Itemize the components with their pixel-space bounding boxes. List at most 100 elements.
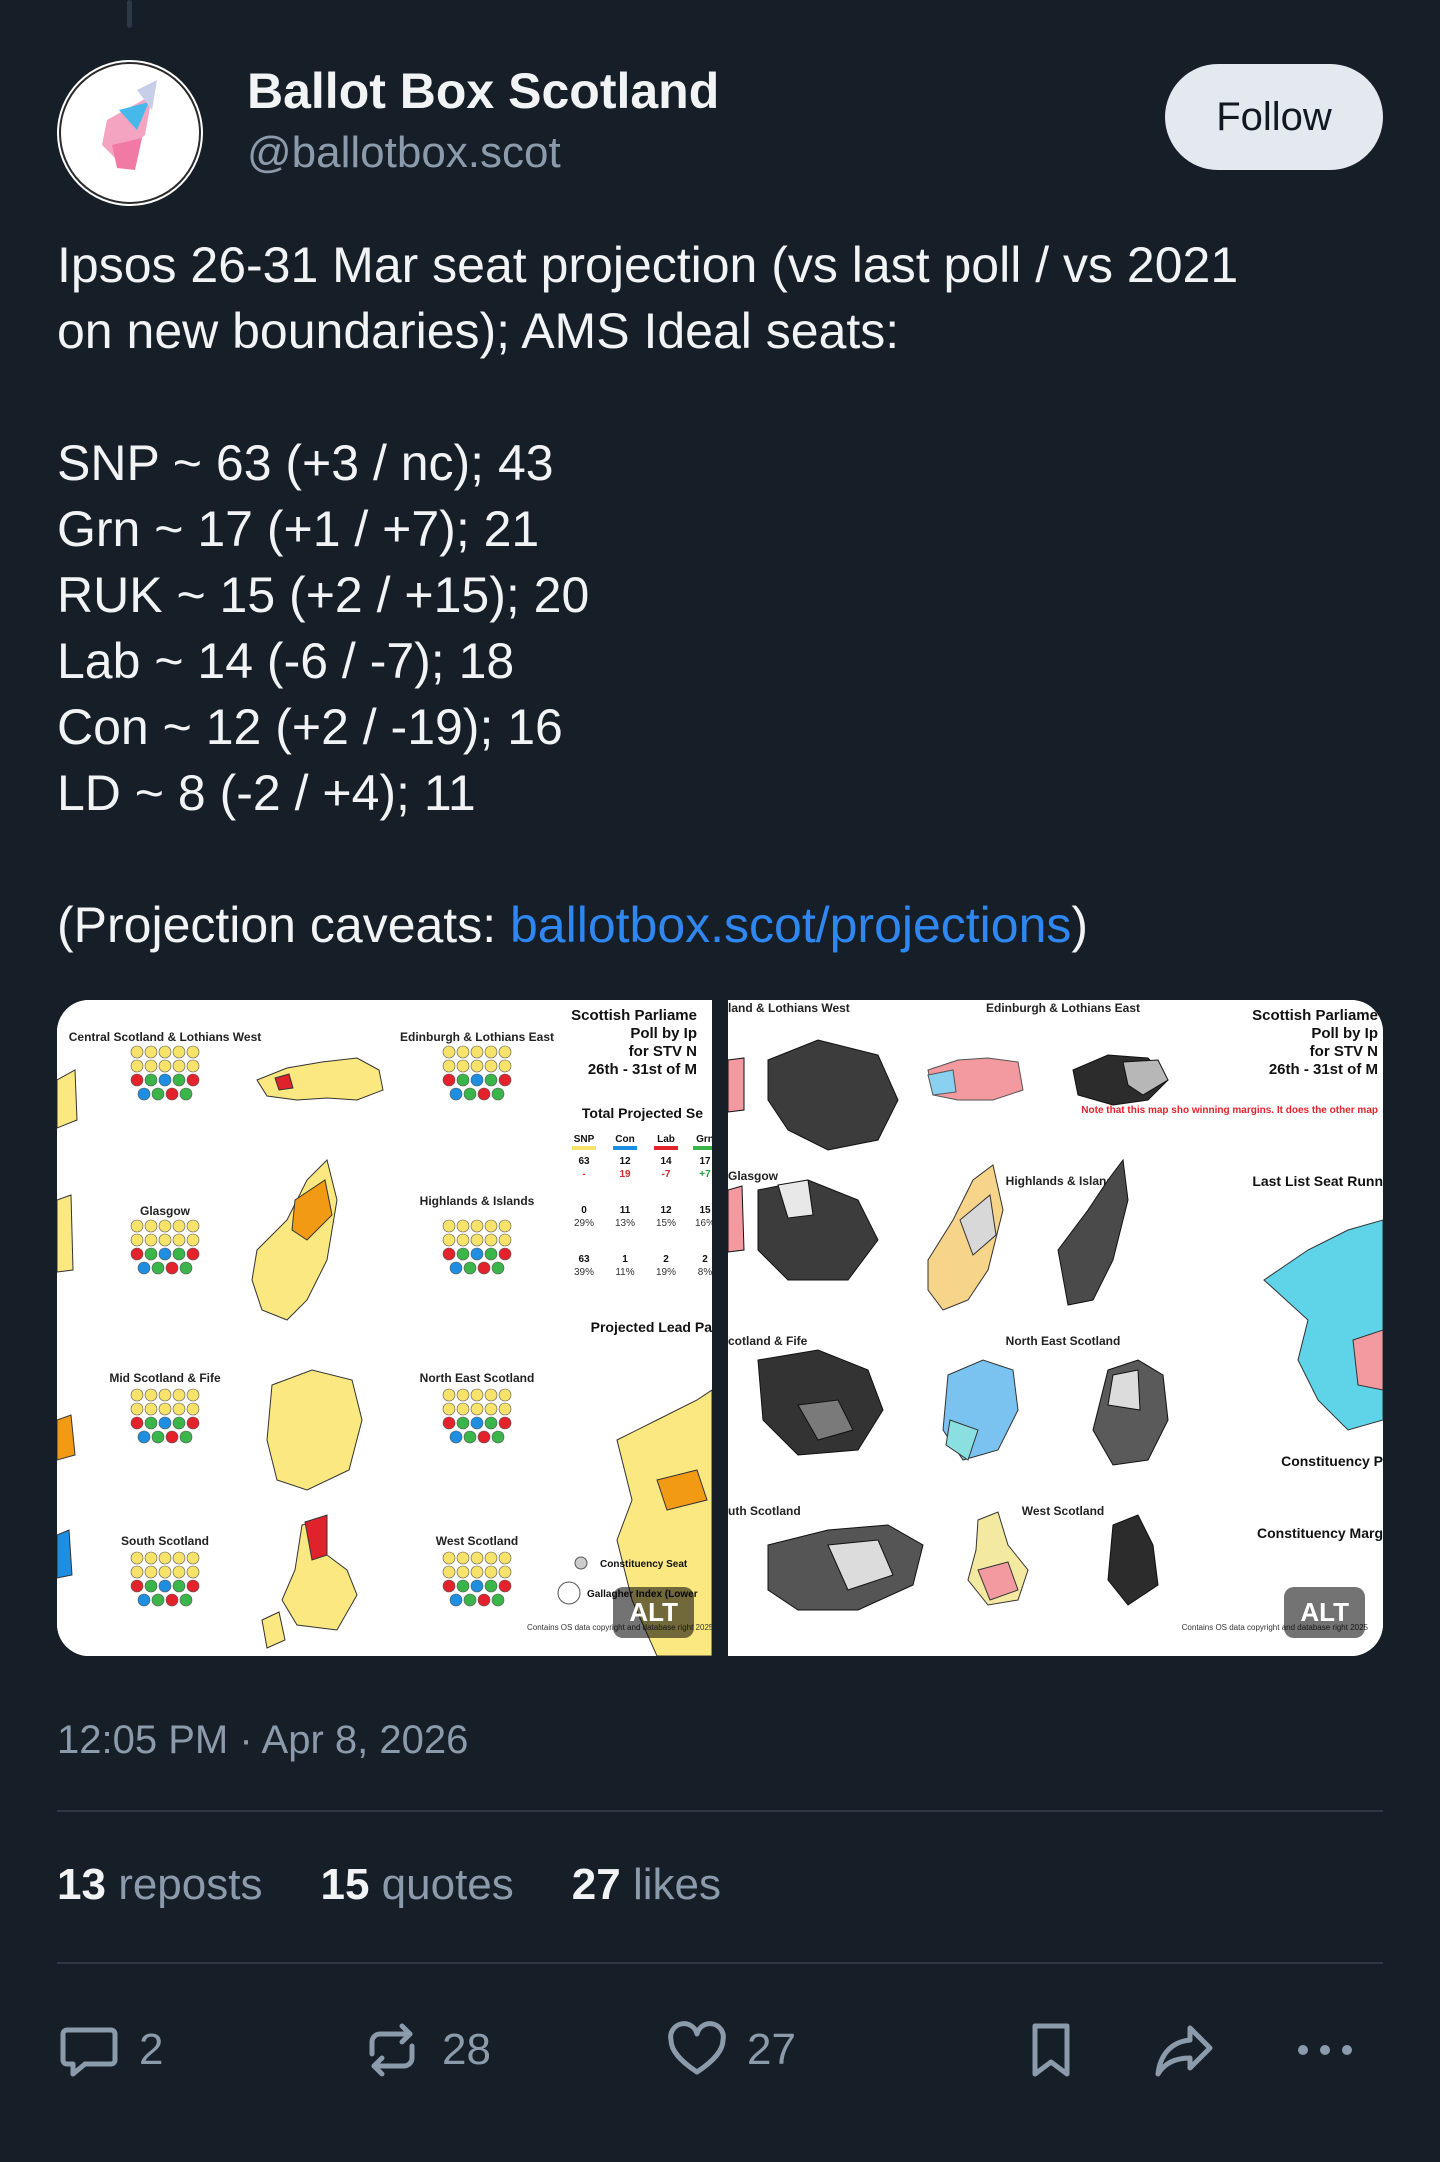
seat-dot [442,1059,456,1073]
seat-dot [144,1388,158,1402]
seat-dot [130,1388,144,1402]
map-note: Note that this map sho winning margins. … [1081,1105,1378,1116]
more-icon [1298,2045,1352,2055]
seat-dot [470,1388,484,1402]
handle[interactable]: @ballotbox.scot [247,128,561,178]
bookmark-icon [1032,2023,1070,2077]
post-timestamp[interactable]: 12:05 PM · Apr 8, 2026 [57,1718,468,1763]
seat-dot [151,1430,165,1444]
bookmark-button[interactable] [1019,2010,1083,2090]
heart-icon [668,2021,726,2075]
seat-dot [144,1579,158,1593]
share-button[interactable] [1152,2010,1216,2090]
legend-seat-label: Constituency Seat [600,1559,688,1570]
seat-dot [456,1402,470,1416]
alt-badge[interactable]: ALT [1284,1587,1365,1638]
seat-dot [456,1045,470,1059]
seat-dot [172,1402,186,1416]
region-label: cotland & Fife [728,1334,808,1348]
table-const-seats-cell: 63 [578,1254,590,1265]
table-seats-cell: 12 [619,1156,631,1167]
seat-dot [477,1430,491,1444]
likes-stat[interactable]: 27 likes [572,1860,721,1910]
region-label: Highlands & Islands [420,1194,535,1208]
seat-dot [442,1565,456,1579]
follow-button[interactable]: Follow [1165,64,1383,170]
table-regional-votes-cell: 13% [615,1218,635,1229]
table-change-cell: - [582,1169,585,1180]
seat-dot [172,1551,186,1565]
seat-dot [144,1233,158,1247]
seat-dot [442,1579,456,1593]
seat-dot [186,1219,200,1233]
seat-dot [137,1261,151,1275]
table-const-seats-cell: 2 [663,1254,669,1265]
table-regional-seats-cell: 15 [699,1205,711,1216]
seat-dot [442,1045,456,1059]
table-party-header: Grn [696,1134,712,1145]
region-label: Mid Scotland & Fife [109,1371,221,1385]
margin-map-image[interactable]: land & Lothians West Edinburgh & Lothian… [728,1000,1383,1656]
table-regional-seats-cell: 11 [620,1205,631,1216]
seat-dot [484,1045,498,1059]
seat-dot [158,1219,172,1233]
post-intro-line: Ipsos 26-31 Mar seat projection (vs last… [57,237,1239,293]
divider [57,1962,1383,1964]
seat-dot [484,1565,498,1579]
seat-dot [498,1579,512,1593]
like-button[interactable]: 27 [665,2010,796,2090]
seat-dot [442,1416,456,1430]
display-name[interactable]: Ballot Box Scotland [247,62,719,120]
seat-projection-image[interactable]: Central Scotland & Lothians West Edinbur… [57,1000,712,1656]
seat-dot [186,1233,200,1247]
share-icon [1155,2025,1213,2077]
seat-dot [179,1593,193,1607]
seat-dot [186,1059,200,1073]
seat-dot [144,1219,158,1233]
seat-dot [130,1565,144,1579]
table-const-votes-cell: 8% [698,1267,712,1278]
seat-dot [144,1416,158,1430]
seat-dot [456,1073,470,1087]
seat-dot [186,1402,200,1416]
seat-dot [144,1073,158,1087]
seat-dot [456,1219,470,1233]
alt-badge[interactable]: ALT [613,1587,694,1638]
seat-dot [130,1219,144,1233]
seat-dot [484,1073,498,1087]
seat-dot [470,1565,484,1579]
seat-dot [172,1565,186,1579]
projections-link[interactable]: ballotbox.scot/projections [510,897,1071,953]
likes-count: 27 [571,1860,621,1909]
table-change-cell: -7 [662,1169,671,1180]
seat-dot [130,1416,144,1430]
seat-line-ld: LD ~ 8 (-2 / +4); 11 [57,765,476,821]
seat-dot [491,1430,505,1444]
seat-dot [130,1233,144,1247]
region-label: South Scotland [121,1534,209,1548]
more-options-button[interactable] [1293,2010,1357,2090]
lead-title: Projected Lead Pa [591,1319,712,1335]
reply-button[interactable]: 2 [57,2010,163,2090]
party-color-swatch [693,1146,712,1150]
seat-dot [498,1045,512,1059]
seat-line-grn: Grn ~ 17 (+1 / +7); 21 [57,501,540,557]
region-label: North East Scotland [420,1371,535,1385]
table-const-votes-cell: 11% [615,1267,634,1278]
quotes-stat[interactable]: 15 quotes [320,1860,513,1910]
chart-title: Scottish Parliame [1252,1007,1378,1024]
seat-dot [498,1402,512,1416]
repost-button[interactable]: 28 [360,2010,491,2090]
region-map [1107,1369,1141,1411]
chart-title: Scottish Parliame [571,1007,697,1024]
party-color-swatch [613,1146,637,1150]
seat-dot [151,1593,165,1607]
seat-dot [179,1261,193,1275]
seat-dot [186,1247,200,1261]
seat-dot [498,1416,512,1430]
likes-label: likes [632,1860,721,1909]
reposts-stat[interactable]: 13 reposts [57,1860,262,1910]
seat-dot [130,1045,144,1059]
avatar[interactable] [57,60,203,206]
seat-dot [456,1565,470,1579]
